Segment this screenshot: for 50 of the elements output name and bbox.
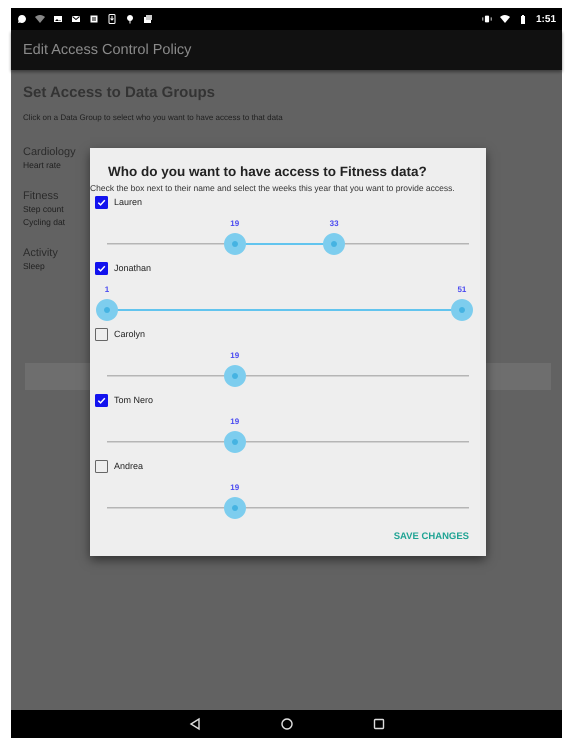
slider-thumb[interactable] xyxy=(224,233,246,255)
dialog-description: Check the box next to their name and select the weeks this year that you want to provide access. xyxy=(90,183,456,193)
thumb-value: 19 xyxy=(230,417,240,426)
clock-time: 1:51 xyxy=(536,14,556,24)
person-name: Lauren xyxy=(114,197,142,207)
download-icon xyxy=(107,14,117,24)
person-name: Andrea xyxy=(114,461,144,471)
person-name: Tom Nero xyxy=(114,395,154,405)
slider-thumb[interactable] xyxy=(224,497,246,519)
checkbox[interactable] xyxy=(95,196,108,208)
thumb-value: 19 xyxy=(230,483,240,492)
wifi-icon xyxy=(500,14,510,24)
data-group-item: Cycling dat xyxy=(23,216,66,229)
data-group-name[interactable]: Cardiology xyxy=(23,146,76,159)
thumb-value: 1 xyxy=(104,285,110,294)
checkbox[interactable] xyxy=(95,394,108,406)
wifi-icon xyxy=(35,14,45,24)
gallery-icon xyxy=(143,14,153,24)
data-group-name[interactable]: Fitness xyxy=(23,190,58,203)
document-icon xyxy=(89,14,99,24)
data-group-item: Step count xyxy=(23,203,64,216)
checkbox[interactable] xyxy=(95,262,108,274)
pin-icon xyxy=(125,14,135,24)
recents-icon[interactable] xyxy=(372,717,386,731)
data-group-item: Sleep xyxy=(23,260,45,273)
dialog-title: Who do you want to have access to Fitness data? xyxy=(107,164,428,180)
mail-icon xyxy=(71,14,81,24)
data-group-item: Heart rate xyxy=(23,159,61,172)
thumb-value: 19 xyxy=(230,351,240,360)
slider-thumb[interactable] xyxy=(323,233,346,255)
person-name: Jonathan xyxy=(114,263,152,273)
image-icon xyxy=(53,14,63,24)
checkbox[interactable] xyxy=(95,460,108,472)
slider-thumb[interactable] xyxy=(224,365,246,387)
checkbox[interactable] xyxy=(95,328,108,340)
person-name: Carolyn xyxy=(114,329,146,339)
chat-icon xyxy=(17,14,27,24)
app-title: Edit Access Control Policy xyxy=(23,42,192,58)
home-icon[interactable] xyxy=(280,717,294,731)
vibrate-icon xyxy=(482,14,492,24)
thumb-value: 51 xyxy=(457,285,466,294)
slider-thumb[interactable] xyxy=(224,431,246,453)
thumb-value: 19 xyxy=(230,219,240,228)
slider-thumb[interactable] xyxy=(450,299,473,321)
slider-thumb[interactable] xyxy=(96,299,118,321)
back-icon[interactable] xyxy=(188,717,202,731)
data-group-name[interactable]: Activity xyxy=(23,247,58,260)
page-subtitle: Click on a Data Group to select who you want to have access to that data xyxy=(23,113,283,122)
save-changes-button[interactable]: SAVE CHANGES xyxy=(394,527,469,546)
thumb-value: 33 xyxy=(330,219,339,228)
